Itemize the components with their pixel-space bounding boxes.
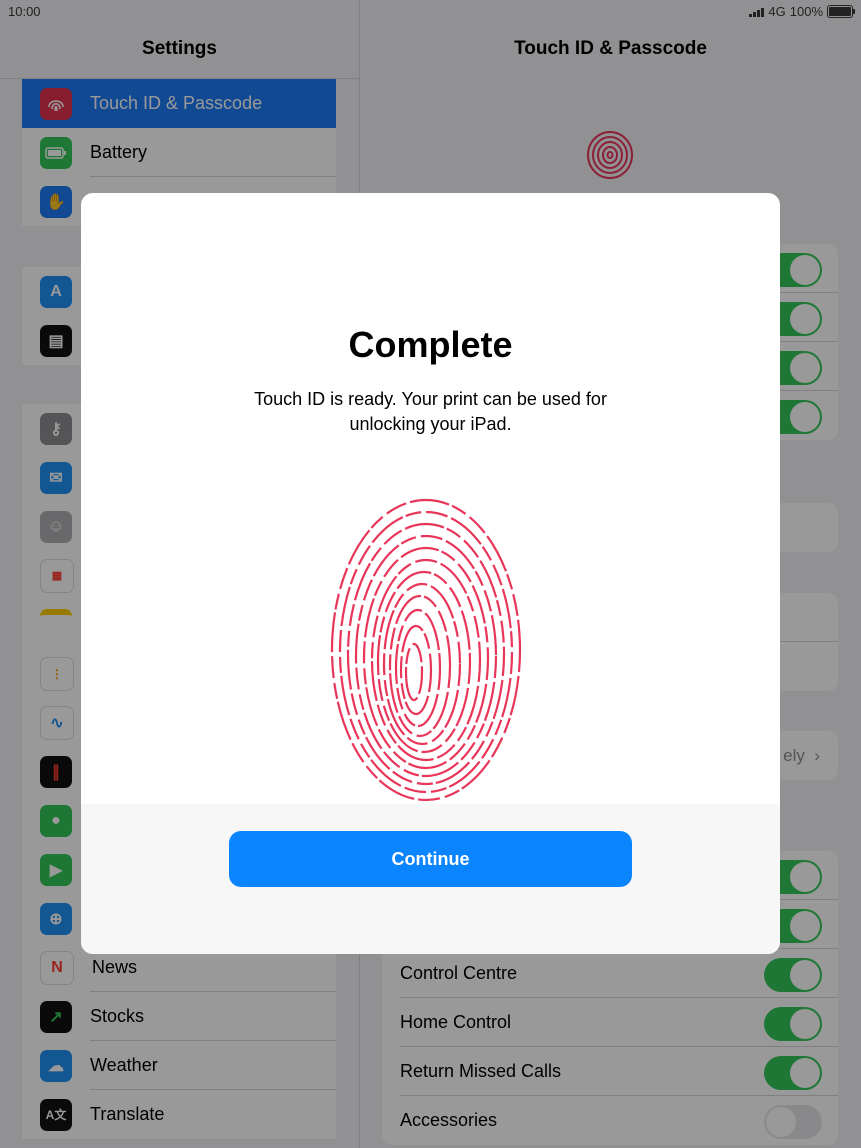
status-right: 4G 100%: [749, 4, 855, 19]
fingerprint-icon: [330, 498, 522, 802]
battery-status-icon: [827, 5, 855, 18]
sheet-description: Touch ID is ready. Your print can be use…: [254, 389, 607, 434]
battery-percent: 100%: [789, 4, 823, 19]
network-label: 4G: [768, 4, 786, 19]
status-bar: 10:00 4G 100%: [0, 0, 861, 22]
status-time: 10:00: [8, 4, 41, 19]
continue-button[interactable]: Continue: [229, 831, 632, 887]
sheet-title: Complete: [348, 324, 513, 365]
signal-icon: [749, 7, 765, 17]
touch-id-complete-sheet: Complete Touch ID is ready. Your print c…: [81, 193, 780, 954]
